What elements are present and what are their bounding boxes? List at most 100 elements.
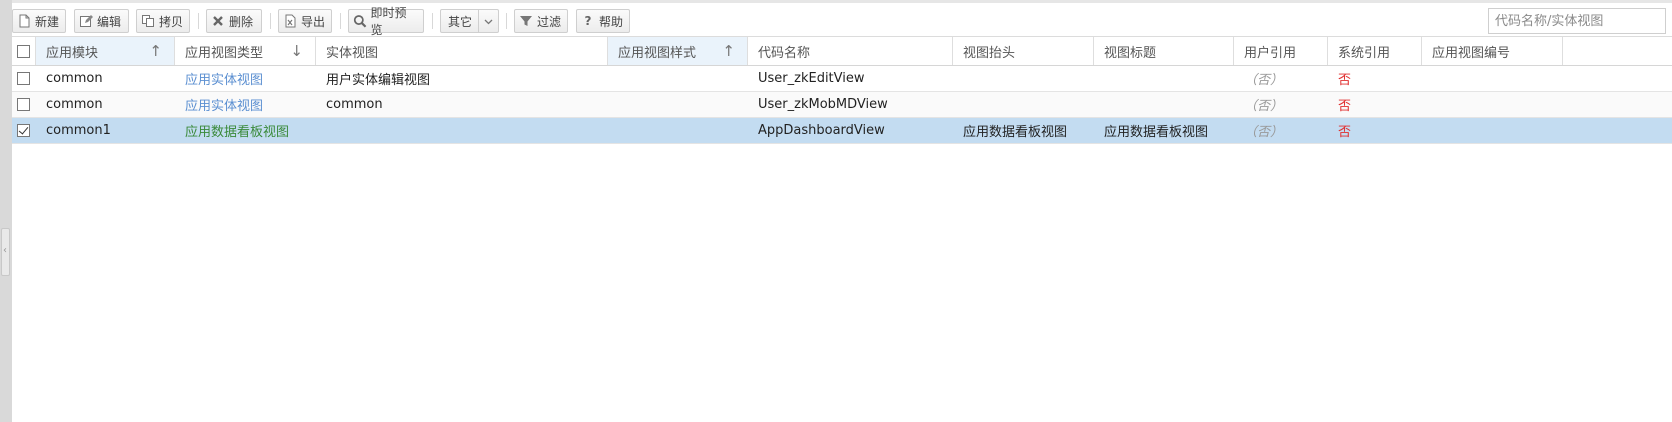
cell-code-name: AppDashboardView — [758, 123, 885, 138]
column-header-code-name[interactable]: 代码名称 — [748, 37, 953, 65]
toolbar-divider — [198, 13, 199, 29]
column-header-view-type[interactable]: 应用视图类型 ↓ — [175, 37, 316, 65]
cell-view-type-link[interactable]: 应用实体视图 — [175, 92, 316, 117]
cell-user-ref: （否） — [1244, 99, 1284, 114]
other-button-label: 其它 — [448, 14, 473, 29]
row-checkbox-cell — [12, 66, 36, 91]
edit-button[interactable]: 编辑 — [74, 9, 129, 33]
column-header-label: 视图标题 — [1104, 45, 1157, 61]
column-header-user-ref[interactable]: 用户引用 — [1234, 37, 1328, 65]
row-checkbox[interactable] — [17, 98, 30, 111]
row-checkbox-cell — [12, 92, 36, 117]
filter-button[interactable]: 过滤 — [514, 9, 568, 33]
toolbar: 新建 编辑 拷贝 删除 导出 即时预览 其它 过滤 ? 帮助 代码名称/实体视图 — [12, 0, 1672, 37]
cell-sys-ref: 否 — [1338, 125, 1352, 140]
toolbar-divider — [432, 13, 433, 29]
column-header-label: 代码名称 — [758, 45, 811, 61]
copy-button[interactable]: 拷贝 — [136, 9, 190, 33]
cell-sys-ref: 否 — [1338, 73, 1352, 88]
cell-module: common — [46, 71, 103, 86]
column-header-label: 应用视图类型 — [185, 45, 264, 61]
table-header: 应用模块 ↑ 应用视图类型 ↓ 实体视图 应用视图样式 ↑ 代码名称 视图抬头 … — [12, 36, 1672, 66]
cell-code-name: User_zkEditView — [758, 71, 865, 86]
column-header-label: 系统引用 — [1338, 45, 1391, 61]
sort-ascending-icon: ↑ — [149, 42, 162, 60]
column-header-view-style[interactable]: 应用视图样式 ↑ — [608, 37, 748, 65]
row-checkbox[interactable] — [17, 72, 30, 85]
cell-caption: 应用数据看板视图 — [963, 125, 1068, 140]
cell-view-no — [1422, 66, 1563, 91]
left-collapse-strip: ‹ — [0, 0, 12, 422]
cell-view-no — [1422, 118, 1563, 143]
cell-module: common1 — [46, 123, 111, 138]
cell-user-ref: （否） — [1244, 73, 1284, 88]
toolbar-divider — [340, 13, 341, 29]
instant-preview-button[interactable]: 即时预览 — [348, 6, 424, 37]
column-header-label: 实体视图 — [326, 45, 379, 61]
other-dropdown-button[interactable]: 其它 — [440, 9, 499, 33]
cell-code-name: User_zkMobMDView — [758, 97, 888, 112]
help-button-label: 帮助 — [599, 14, 624, 29]
cell-module: common — [46, 97, 103, 112]
cell-view-style — [608, 118, 748, 143]
cell-entity-view: 用户实体编辑视图 — [326, 73, 431, 88]
edit-icon — [80, 15, 93, 27]
column-header-module[interactable]: 应用模块 ↑ — [36, 37, 175, 65]
cell-view-type-link[interactable]: 应用实体视图 — [175, 66, 316, 91]
row-checkbox-checked[interactable] — [17, 124, 30, 137]
cell-sys-ref: 否 — [1338, 99, 1352, 114]
select-all-checkbox[interactable] — [17, 44, 30, 58]
cell-view-no — [1422, 92, 1563, 117]
column-header-entity-view[interactable]: 实体视图 — [316, 37, 608, 65]
cell-entity-view — [316, 118, 608, 143]
table-row[interactable]: common 应用实体视图 common User_zkMobMDView （否… — [12, 92, 1672, 118]
column-header-label: 应用视图编号 — [1432, 45, 1511, 61]
filter-button-label: 过滤 — [537, 14, 562, 29]
copy-icon — [142, 15, 154, 27]
column-header-label: 应用视图样式 — [618, 45, 697, 61]
column-header-sys-ref[interactable]: 系统引用 — [1328, 37, 1422, 65]
magnifier-icon — [353, 15, 367, 28]
cell-title — [1094, 92, 1234, 117]
delete-icon — [213, 16, 223, 26]
cell-view-type-link[interactable]: 应用数据看板视图 — [175, 118, 316, 143]
cell-caption — [953, 66, 1094, 91]
column-header-title[interactable]: 视图标题 — [1094, 37, 1234, 65]
table-row[interactable]: common 应用实体视图 用户实体编辑视图 User_zkEditView （… — [12, 66, 1672, 92]
cell-view-style — [608, 66, 748, 91]
table-row-selected[interactable]: common1 应用数据看板视图 AppDashboardView 应用数据看板… — [12, 118, 1672, 144]
data-grid: 应用模块 ↑ 应用视图类型 ↓ 实体视图 应用视图样式 ↑ 代码名称 视图抬头 … — [12, 36, 1672, 144]
delete-button-label: 删除 — [229, 14, 254, 29]
row-checkbox-cell — [12, 118, 36, 143]
edit-button-label: 编辑 — [97, 14, 122, 29]
delete-button[interactable]: 删除 — [206, 9, 262, 33]
search-input[interactable] — [1488, 8, 1666, 34]
main-panel: 新建 编辑 拷贝 删除 导出 即时预览 其它 过滤 ? 帮助 代码名称/实体视图… — [12, 0, 1672, 422]
copy-button-label: 拷贝 — [159, 14, 184, 29]
cell-caption — [953, 92, 1094, 117]
collapse-arrow-icon: ‹ — [3, 245, 7, 256]
column-header-view-no[interactable]: 应用视图编号 — [1422, 37, 1563, 65]
toolbar-divider — [270, 13, 271, 29]
chevron-down-icon — [478, 10, 493, 32]
toolbar-divider — [506, 13, 507, 29]
filter-icon — [520, 16, 532, 26]
cell-entity-view: common — [326, 97, 383, 112]
cell-user-ref: （否） — [1244, 125, 1284, 140]
cell-title: 应用数据看板视图 — [1104, 125, 1209, 140]
column-header-label: 用户引用 — [1244, 45, 1297, 61]
select-all-checkbox-cell — [12, 37, 36, 65]
column-header-caption[interactable]: 视图抬头 — [953, 37, 1094, 65]
instant-preview-button-label: 即时预览 — [370, 6, 407, 37]
help-icon: ? — [584, 14, 592, 28]
new-button[interactable]: 新建 — [12, 9, 66, 33]
help-button[interactable]: ? 帮助 — [576, 9, 630, 33]
export-excel-icon — [285, 14, 296, 28]
cell-title — [1094, 66, 1234, 91]
collapse-handle[interactable]: ‹ — [1, 228, 10, 276]
column-header-label: 应用模块 — [46, 45, 99, 61]
export-button[interactable]: 导出 — [278, 9, 332, 33]
cell-view-style — [608, 92, 748, 117]
sort-descending-icon: ↓ — [290, 42, 303, 60]
sort-ascending-icon: ↑ — [722, 42, 735, 60]
